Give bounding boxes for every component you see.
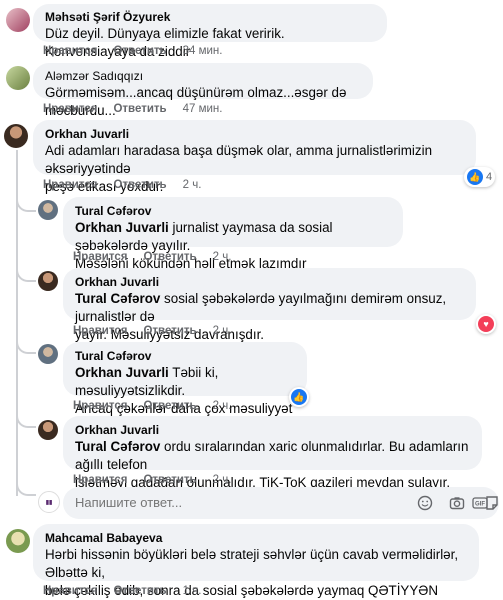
- reaction-count[interactable]: 👍: [289, 387, 309, 407]
- comment-bubble: Mahcamal Babayeva Hərbi hissənin böyüklə…: [33, 524, 479, 598]
- comment-author[interactable]: Məhsəti Şərif Özyurek: [45, 9, 375, 25]
- mention-link[interactable]: Tural Cəfərov: [75, 439, 160, 454]
- thread-connector: [16, 480, 36, 496]
- reply-bubble: Orkhan Juvarli Tural Cəfərov ordu sırala…: [63, 416, 482, 490]
- reply-button[interactable]: Ответить: [113, 45, 166, 57]
- thread-connector: [16, 338, 36, 354]
- reply-bubble: Orkhan Juvarli Tural Cəfərov sosial şəbə…: [63, 268, 476, 342]
- comment-bubble: Məhsəti Şərif Özyurek Düz deyil. Dünyaya…: [33, 4, 387, 59]
- reaction-count[interactable]: ♥: [476, 314, 496, 334]
- comment-bubble: Orkhan Juvarli Adi adamları haradasa baş…: [33, 120, 476, 194]
- reaction-number: 4: [486, 171, 493, 183]
- reply-button[interactable]: Ответить: [113, 179, 166, 191]
- timestamp[interactable]: 47 мин.: [183, 103, 223, 115]
- reply-input-box[interactable]: GIF: [63, 487, 499, 519]
- reply-author[interactable]: Orkhan Juvarli: [75, 422, 470, 438]
- avatar[interactable]: [6, 529, 30, 553]
- comment-text-line: Hərbi hissənin böyükləri belə strateji s…: [45, 547, 459, 580]
- reply-actions: Нравится Ответить 2 ч.: [73, 400, 247, 412]
- reply-author[interactable]: Tural Cəfərov: [75, 203, 391, 219]
- reply-text-line: Tural Cəfərov ordu sıralarından xaric ol…: [75, 438, 470, 474]
- reply-text-line: Orkhan Juvarli jurnalist yaymasa da sosi…: [75, 219, 391, 255]
- timestamp[interactable]: 2 ч.: [183, 179, 202, 191]
- comment-actions: Нравится Ответить 47 мин.: [43, 103, 238, 115]
- timestamp[interactable]: 34 мин.: [183, 45, 223, 57]
- mention-link[interactable]: Orkhan Juvarli: [75, 365, 169, 380]
- timestamp[interactable]: 2 ч.: [213, 325, 232, 337]
- reaction-count[interactable]: 👍 4: [464, 167, 496, 187]
- like-reaction-icon: 👍: [467, 169, 483, 185]
- avatar[interactable]: [38, 344, 58, 364]
- thread-connector: [16, 412, 36, 428]
- like-button[interactable]: Нравится: [43, 179, 97, 191]
- avatar[interactable]: [6, 66, 30, 90]
- reply-button[interactable]: Ответить: [143, 325, 196, 337]
- reply-button[interactable]: Ответить: [113, 103, 166, 115]
- reply-text-line: Orkhan Juvarli Təbii ki, məsuliyyətsizli…: [75, 364, 295, 400]
- reply-bubble: Tural Cəfərov Orkhan Juvarli jurnalist y…: [63, 197, 403, 271]
- reply-actions: Нравится Ответить 2 ч.: [73, 251, 247, 263]
- avatar[interactable]: [6, 8, 30, 32]
- camera-icon[interactable]: [449, 495, 465, 511]
- mention-link[interactable]: Orkhan Juvarli: [75, 220, 169, 235]
- avatar[interactable]: [38, 271, 58, 291]
- reply-actions: Нравится Ответить 2 ч.: [73, 325, 247, 337]
- avatar[interactable]: [38, 420, 58, 440]
- thread-connector: [16, 196, 36, 212]
- like-reaction-icon: 👍: [291, 389, 307, 405]
- comment-actions: Нравится Ответить 1 ч.: [43, 585, 217, 597]
- reply-author[interactable]: Orkhan Juvarli: [75, 274, 464, 290]
- like-button[interactable]: Нравится: [43, 585, 97, 597]
- comment-author[interactable]: Aləmzər Sadıqqızı: [45, 68, 361, 84]
- comment-bubble: Aləmzər Sadıqqızı Görməmisəm...ancaq düş…: [33, 63, 373, 118]
- reply-author[interactable]: Tural Cəfərov: [75, 348, 295, 364]
- reply-input[interactable]: [75, 495, 325, 510]
- avatar[interactable]: [38, 200, 58, 220]
- comment-actions: Нравится Ответить 2 ч.: [43, 179, 217, 191]
- reply-bubble: Tural Cəfərov Orkhan Juvarli Təbii ki, m…: [63, 342, 307, 434]
- timestamp[interactable]: 1 ч.: [183, 585, 202, 597]
- reply-button[interactable]: Ответить: [143, 251, 196, 263]
- current-user-avatar: ▮▮: [38, 491, 60, 513]
- comment-author[interactable]: Mahcamal Babayeva: [45, 530, 467, 546]
- like-button[interactable]: Нравится: [73, 400, 127, 412]
- like-button[interactable]: Нравится: [73, 251, 127, 263]
- comment-text-line: Adi adamları haradasa başa düşmək olar, …: [45, 143, 433, 176]
- timestamp[interactable]: 2 ч.: [213, 251, 232, 263]
- logo-icon: ▮▮: [45, 499, 53, 506]
- love-reaction-icon: ♥: [478, 316, 494, 332]
- comment-actions: Нравится Ответить 34 мин.: [43, 45, 238, 57]
- comment-author[interactable]: Orkhan Juvarli: [45, 126, 464, 142]
- reply-actions: Нравится Ответить 2 ч.: [73, 474, 247, 486]
- reply-button[interactable]: Ответить: [143, 474, 196, 486]
- emoji-icon[interactable]: [417, 495, 433, 511]
- reply-button[interactable]: Ответить: [143, 400, 196, 412]
- timestamp[interactable]: 2 ч.: [213, 400, 232, 412]
- reply-text-line: Tural Cəfərov sosial şəbəkələrdə yayılma…: [75, 290, 464, 326]
- avatar[interactable]: [4, 124, 28, 148]
- like-button[interactable]: Нравится: [73, 474, 127, 486]
- like-button[interactable]: Нравится: [43, 103, 97, 115]
- like-button[interactable]: Нравится: [43, 45, 97, 57]
- sticker-icon[interactable]: [484, 495, 500, 511]
- mention-link[interactable]: Tural Cəfərov: [75, 291, 160, 306]
- thread-connector: [16, 266, 36, 282]
- timestamp[interactable]: 2 ч.: [213, 474, 232, 486]
- reply-button[interactable]: Ответить: [113, 585, 166, 597]
- like-button[interactable]: Нравится: [73, 325, 127, 337]
